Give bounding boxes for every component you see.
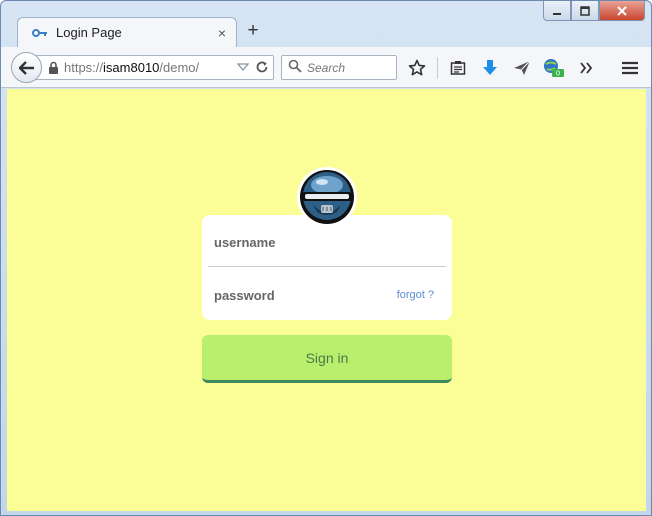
tab-login-page[interactable]: Login Page × (17, 17, 237, 47)
reload-icon[interactable] (255, 60, 269, 74)
reading-list-icon[interactable] (446, 56, 470, 80)
forgot-password-link[interactable]: forgot ? (397, 289, 434, 301)
back-arrow-icon (18, 60, 34, 75)
url-path: /demo/ (159, 60, 200, 75)
globe-badge-icon[interactable]: 0 (542, 56, 566, 80)
badge-count: 0 (556, 70, 560, 78)
password-input[interactable] (214, 287, 384, 303)
send-icon[interactable] (510, 56, 534, 80)
window-controls (543, 1, 645, 21)
search-input[interactable] (307, 60, 387, 75)
lock-icon (48, 61, 59, 74)
tab-title: Login Page (56, 25, 122, 40)
close-tab-icon[interactable]: × (218, 25, 226, 41)
key-icon (32, 28, 48, 38)
browser-window: Login Page × + https:// isam8010 /demo/ … (0, 0, 652, 516)
download-icon[interactable] (478, 56, 502, 80)
search-bar[interactable] (281, 55, 397, 80)
bookmark-star-icon[interactable] (405, 56, 429, 80)
robot-avatar-icon (295, 165, 359, 229)
new-tab-button[interactable]: + (244, 21, 262, 41)
login-form: forgot ? (202, 215, 452, 320)
page-content: forgot ? Sign in (7, 89, 646, 511)
toolbar: 0 (405, 56, 606, 80)
url-scheme: https:// (64, 60, 104, 75)
navigation-bar: https:// isam8010 /demo/ Search 0 (1, 47, 651, 88)
sign-in-button[interactable]: Sign in (202, 335, 452, 383)
password-field: forgot ? (208, 271, 446, 319)
minimize-button[interactable] (543, 1, 571, 21)
maximize-button[interactable] (571, 1, 599, 21)
history-dropdown-icon[interactable] (237, 62, 249, 72)
search-icon (288, 59, 302, 76)
hamburger-menu-icon[interactable] (619, 57, 641, 79)
close-window-button[interactable] (599, 1, 645, 21)
overflow-chevron-icon[interactable] (574, 56, 598, 80)
url-bar[interactable]: https:// isam8010 /demo/ (27, 55, 274, 80)
username-input[interactable] (214, 235, 384, 250)
tab-strip: Login Page × + (1, 1, 651, 47)
toolbar-divider (437, 57, 438, 79)
back-button[interactable] (11, 52, 42, 83)
url-host: isam8010 (103, 60, 160, 75)
